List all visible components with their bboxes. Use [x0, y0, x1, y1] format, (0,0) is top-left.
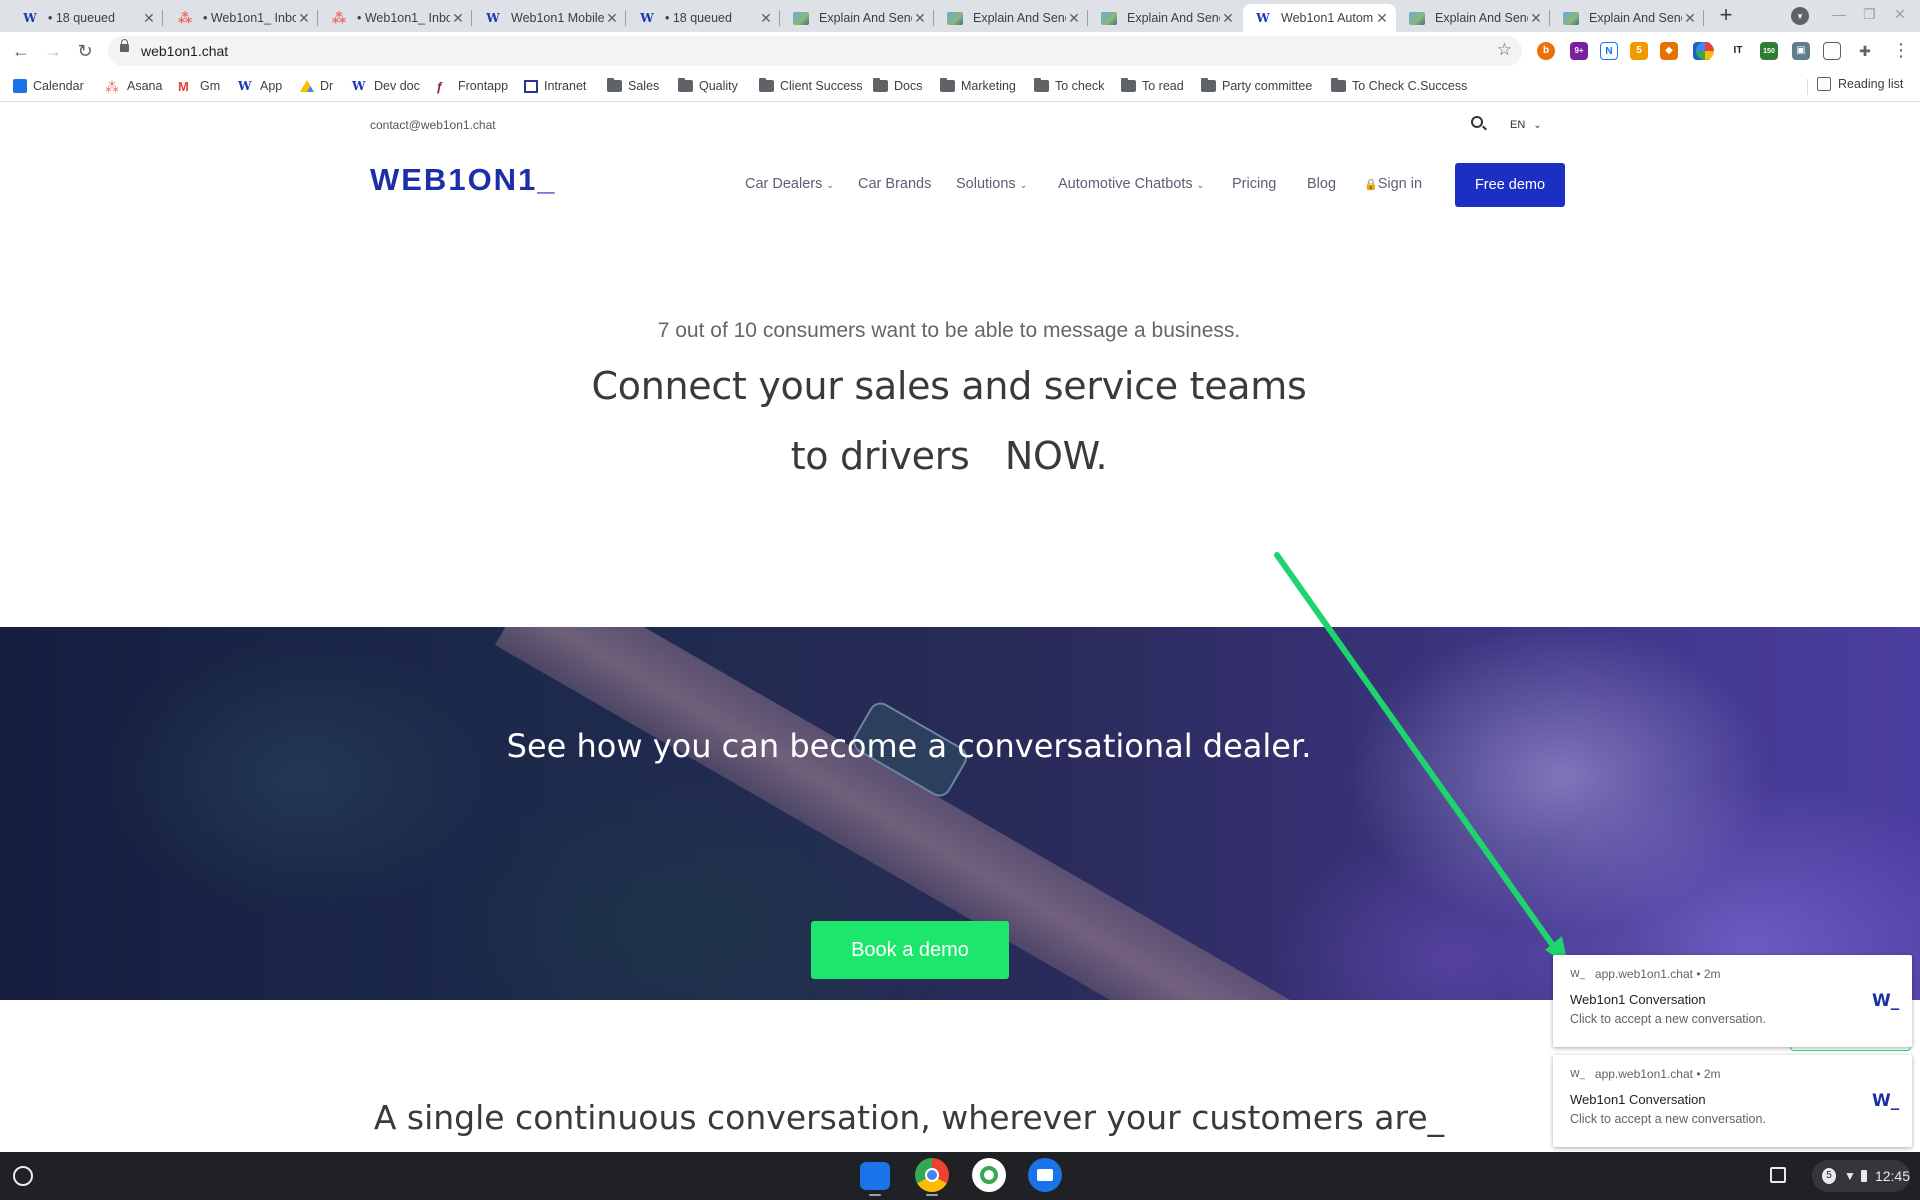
dot-separator: • — [1692, 967, 1704, 981]
clock: 12:45 — [1874, 1168, 1910, 1184]
wifi-icon: ▼ — [1843, 1169, 1856, 1183]
notification-header: W_ app.web1on1.chat • 2m — [1570, 967, 1721, 981]
battery-icon — [1860, 1170, 1867, 1182]
ring-app-icon[interactable] — [972, 1158, 1006, 1192]
notification-title: Web1on1 Conversation — [1570, 992, 1706, 1007]
web1on1-logo-icon: W_ — [1872, 1091, 1900, 1111]
notification-body: Click to accept a new conversation. — [1570, 1012, 1766, 1026]
running-indicator — [926, 1194, 938, 1196]
notification-age: 2m — [1703, 1067, 1721, 1081]
notification-origin: app.web1on1.chat — [1594, 1067, 1693, 1081]
files-app-icon[interactable] — [860, 1162, 890, 1190]
messages-app-icon[interactable] — [1028, 1158, 1062, 1192]
notification-count-badge: 5 — [1822, 1168, 1836, 1184]
notification-popup[interactable]: W_ app.web1on1.chat • 2m Web1on1 Convers… — [1553, 1055, 1912, 1147]
web1on1-small-logo-icon: W_ — [1570, 968, 1585, 980]
notification-body: Click to accept a new conversation. — [1570, 1112, 1766, 1126]
notification-header: W_ app.web1on1.chat • 2m — [1570, 1067, 1721, 1081]
system-shelf: 5 ▼ 12:45 — [0, 1152, 1920, 1200]
holding-space-icon[interactable] — [1770, 1167, 1786, 1183]
web1on1-small-logo-icon: W_ — [1570, 1068, 1585, 1080]
notification-popup[interactable]: W_ app.web1on1.chat • 2m Web1on1 Convers… — [1553, 955, 1912, 1047]
web1on1-logo-icon: W_ — [1872, 991, 1900, 1011]
launcher-icon[interactable] — [13, 1166, 33, 1186]
annotation-arrow-shaft — [1274, 552, 1559, 953]
notification-age: 2m — [1703, 967, 1721, 981]
notification-title: Web1on1 Conversation — [1570, 1092, 1706, 1107]
notification-origin: app.web1on1.chat — [1594, 967, 1693, 981]
status-tray[interactable]: 5 ▼ 12:45 — [1812, 1160, 1910, 1192]
chrome-app-icon[interactable] — [915, 1158, 949, 1192]
running-indicator — [869, 1194, 881, 1196]
dot-separator: • — [1692, 1067, 1704, 1081]
